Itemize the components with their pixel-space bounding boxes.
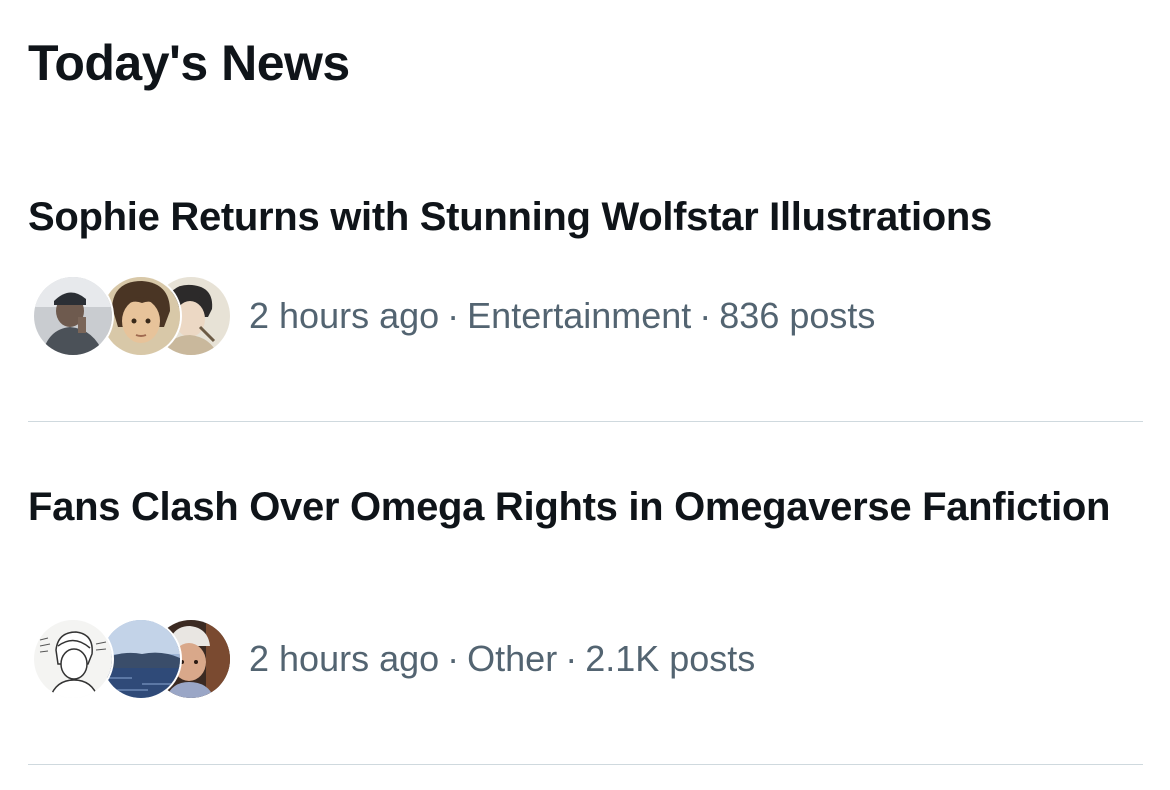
news-meta: 2 hours ago · Entertainment · 836 posts [32, 275, 875, 357]
news-category: Entertainment [467, 295, 692, 336]
avatar-image [34, 277, 112, 355]
news-item[interactable]: Fans Clash Over Omega Rights in Omegaver… [0, 480, 1170, 765]
news-post-count: 2.1K posts [585, 638, 756, 679]
news-category: Other [467, 638, 558, 679]
avatar-image [34, 620, 112, 698]
avatar [32, 618, 114, 700]
avatar [32, 275, 114, 357]
meta-separator: · [447, 638, 460, 679]
divider [28, 764, 1143, 765]
section-title: Today's News [28, 35, 350, 91]
news-meta-text: 2 hours ago · Entertainment · 836 posts [249, 295, 875, 337]
meta-separator: · [447, 295, 460, 336]
news-post-count: 836 posts [719, 295, 876, 336]
avatar-group [32, 275, 232, 357]
news-item[interactable]: Sophie Returns with Stunning Wolfstar Il… [0, 190, 1170, 422]
news-meta-text: 2 hours ago · Other · 2.1K posts [249, 638, 755, 680]
news-headline[interactable]: Sophie Returns with Stunning Wolfstar Il… [28, 190, 1138, 244]
meta-separator: · [699, 295, 712, 336]
avatar-group [32, 618, 232, 700]
meta-separator: · [565, 638, 578, 679]
news-meta: 2 hours ago · Other · 2.1K posts [32, 618, 755, 700]
divider [28, 421, 1143, 422]
news-headline[interactable]: Fans Clash Over Omega Rights in Omegaver… [28, 480, 1138, 534]
news-time: 2 hours ago [249, 295, 440, 336]
news-time: 2 hours ago [249, 638, 440, 679]
